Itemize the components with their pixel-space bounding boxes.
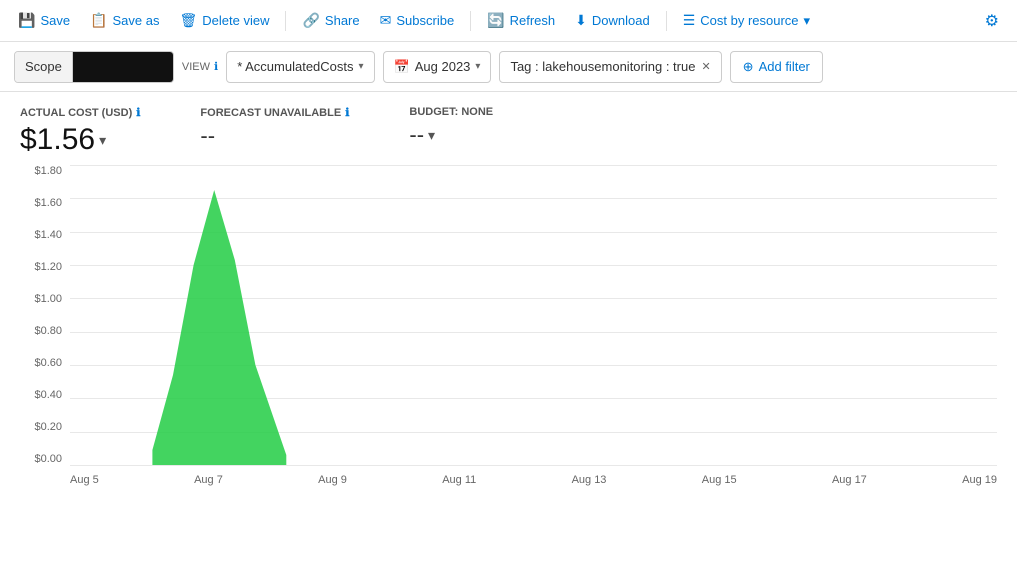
- x-label-5: Aug 13: [572, 474, 607, 486]
- summary-section: ACTUAL COST (USD) ℹ $1.56 ▾ FORECAST UNA…: [0, 92, 1017, 165]
- budget-value: -- ▾: [409, 122, 493, 148]
- cost-by-resource-button[interactable]: ☰ Cost by resource ▾: [675, 8, 818, 33]
- y-label-9: $0.20: [34, 421, 62, 433]
- chart-container: $1.80 $1.60 $1.40 $1.20 $1.00 $0.80 $0.6…: [0, 165, 1017, 505]
- x-label-4: Aug 11: [442, 474, 476, 486]
- y-label-7: $0.60: [34, 357, 62, 369]
- y-label-3: $1.40: [34, 229, 62, 241]
- scope-value: [73, 52, 173, 82]
- filter-bar: Scope VIEW ℹ * AccumulatedCosts ▾ 📅 Aug …: [0, 42, 1017, 92]
- settings-button[interactable]: ⚙: [977, 7, 1007, 35]
- x-label-3: Aug 9: [318, 474, 347, 486]
- actual-cost-info-icon[interactable]: ℹ: [136, 106, 140, 119]
- x-label-7: Aug 17: [832, 474, 867, 486]
- y-label-4: $1.20: [34, 261, 62, 273]
- x-label-1: Aug 5: [70, 474, 99, 486]
- calendar-icon: 📅: [394, 59, 410, 75]
- view-label: VIEW: [182, 61, 210, 73]
- budget-item: BUDGET: NONE -- ▾: [409, 106, 493, 148]
- refresh-icon: 🔄: [487, 12, 504, 29]
- cost-by-icon: ☰: [683, 12, 696, 29]
- cost-area-polygon: [152, 190, 286, 465]
- y-axis: $1.80 $1.60 $1.40 $1.20 $1.00 $0.80 $0.6…: [20, 165, 70, 465]
- subscribe-button[interactable]: ✉ Subscribe: [372, 8, 463, 33]
- view-group: VIEW ℹ: [182, 60, 218, 73]
- scope-label: Scope: [15, 52, 73, 82]
- x-labels: Aug 5 Aug 7 Aug 9 Aug 11 Aug 13 Aug 15 A…: [70, 474, 997, 486]
- delete-view-button[interactable]: 🗑 Delete view: [172, 8, 278, 33]
- x-label-8: Aug 19: [962, 474, 997, 486]
- cost-by-chevron-icon: ▾: [804, 13, 811, 29]
- add-filter-button[interactable]: ⊕ Add filter: [730, 51, 823, 83]
- view-dropdown[interactable]: * AccumulatedCosts ▾: [226, 51, 374, 83]
- x-label-6: Aug 15: [702, 474, 737, 486]
- y-label-5: $1.00: [34, 293, 62, 305]
- y-label-10: $0.00: [34, 453, 62, 465]
- budget-label: BUDGET: NONE: [409, 106, 493, 118]
- chart-wrapper: $1.80 $1.60 $1.40 $1.20 $1.00 $0.80 $0.6…: [20, 165, 997, 495]
- delete-icon: 🗑: [180, 12, 198, 29]
- share-button[interactable]: 🔗 Share: [294, 8, 367, 33]
- forecast-value: --: [200, 123, 349, 149]
- download-button[interactable]: ⬇ Download: [567, 8, 658, 33]
- forecast-info-icon[interactable]: ℹ: [345, 106, 349, 119]
- save-as-icon: 📋: [90, 12, 107, 29]
- actual-cost-label: ACTUAL COST (USD) ℹ: [20, 106, 140, 119]
- view-chevron-icon: ▾: [359, 61, 364, 72]
- y-label-1: $1.80: [34, 165, 62, 177]
- refresh-button[interactable]: 🔄 Refresh: [479, 8, 563, 33]
- forecast-label: FORECAST UNAVAILABLE ℹ: [200, 106, 349, 119]
- share-icon: 🔗: [302, 12, 319, 29]
- tag-filter: Tag : lakehousemonitoring : true ✕: [499, 51, 721, 83]
- actual-cost-value: $1.56 ▾: [20, 123, 140, 157]
- forecast-item: FORECAST UNAVAILABLE ℹ --: [200, 106, 349, 149]
- budget-chevron-icon: ▾: [428, 127, 435, 144]
- save-button[interactable]: 💾 Save: [10, 8, 78, 33]
- divider-1: [285, 11, 286, 31]
- download-icon: ⬇: [575, 12, 587, 29]
- y-label-2: $1.60: [34, 197, 62, 209]
- toolbar: 💾 Save 📋 Save as 🗑 Delete view 🔗 Share ✉…: [0, 0, 1017, 42]
- scope-group: Scope: [14, 51, 174, 83]
- actual-cost-chevron-icon: ▾: [99, 132, 106, 149]
- x-axis: Aug 5 Aug 7 Aug 9 Aug 11 Aug 13 Aug 15 A…: [70, 465, 997, 495]
- y-label-6: $0.80: [34, 325, 62, 337]
- subscribe-icon: ✉: [380, 12, 392, 29]
- date-dropdown-value: Aug 2023: [415, 59, 471, 74]
- divider-2: [470, 11, 471, 31]
- chart-area: [70, 165, 997, 465]
- date-dropdown[interactable]: 📅 Aug 2023 ▾: [383, 51, 492, 83]
- save-as-button[interactable]: 📋 Save as: [82, 8, 167, 33]
- add-filter-icon: ⊕: [743, 59, 754, 75]
- view-info-icon[interactable]: ℹ: [214, 60, 218, 73]
- gear-icon: ⚙: [985, 11, 999, 31]
- divider-3: [666, 11, 667, 31]
- view-dropdown-value: * AccumulatedCosts: [237, 59, 353, 74]
- save-icon: 💾: [18, 12, 35, 29]
- x-label-2: Aug 7: [194, 474, 223, 486]
- y-label-8: $0.40: [34, 389, 62, 401]
- date-chevron-icon: ▾: [475, 61, 480, 72]
- tag-filter-close-icon[interactable]: ✕: [701, 60, 710, 73]
- chart-svg: [70, 165, 997, 465]
- actual-cost-item: ACTUAL COST (USD) ℹ $1.56 ▾: [20, 106, 140, 157]
- tag-filter-label: Tag : lakehousemonitoring : true: [510, 59, 695, 74]
